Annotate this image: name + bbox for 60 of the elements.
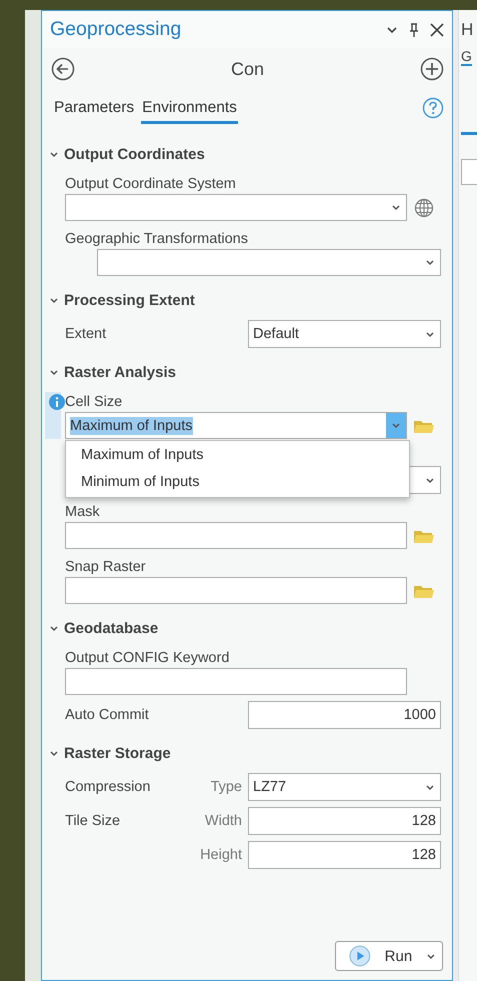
- info-icon[interactable]: [49, 394, 65, 410]
- field-label: Mask: [65, 503, 101, 522]
- panel-title: Geoprocessing: [50, 18, 182, 41]
- pane-title: H: [461, 20, 474, 40]
- field-label: Tile Size: [65, 813, 120, 829]
- field-label: Geographic Transformations: [65, 230, 249, 249]
- chevron-icon[interactable]: [49, 296, 59, 304]
- section-title[interactable]: Output Coordinates: [64, 146, 205, 162]
- field-label: Width: [204, 813, 242, 829]
- dropdown-option[interactable]: Minimum of Inputs: [66, 469, 409, 496]
- pin-icon[interactable]: [409, 22, 419, 36]
- field-label: Extent: [65, 326, 106, 342]
- play-icon: [349, 945, 371, 967]
- globe-icon[interactable]: [414, 198, 434, 218]
- combo-box[interactable]: LZ77: [248, 773, 441, 801]
- combo-box[interactable]: [65, 194, 407, 221]
- section-title[interactable]: Raster Storage: [64, 744, 171, 762]
- close-icon[interactable]: [430, 22, 444, 36]
- chevron-icon: [425, 476, 435, 484]
- text-field[interactable]: 1000: [248, 701, 441, 729]
- chevron-icon: [391, 421, 401, 430]
- field-label: Auto Commit: [65, 707, 149, 723]
- field-label: Output Coordinate System: [65, 175, 237, 194]
- combo-box[interactable]: [97, 249, 441, 276]
- field-label: Cell Size: [65, 393, 124, 412]
- text-field[interactable]: [65, 668, 407, 695]
- chevron-icon: [425, 330, 435, 338]
- chevron-icon: [426, 952, 436, 960]
- dropdown-option[interactable]: Maximum of Inputs: [66, 442, 409, 469]
- help-icon[interactable]: [422, 97, 444, 119]
- field-label: Output CONFIG Keyword: [65, 649, 230, 668]
- tab[interactable]: Environments: [141, 95, 238, 124]
- add-icon[interactable]: [420, 57, 444, 81]
- dropdown-icon[interactable]: [386, 24, 398, 34]
- input-field[interactable]: [461, 159, 477, 185]
- chevron-icon[interactable]: [49, 368, 59, 376]
- section-title[interactable]: Raster Analysis: [64, 364, 176, 380]
- section-title[interactable]: Geodatabase: [64, 620, 158, 636]
- tab[interactable]: Parameters: [53, 95, 136, 124]
- run-button[interactable]: Run: [335, 941, 443, 971]
- chevron-icon: [425, 258, 435, 267]
- field-label: Snap Raster: [65, 558, 147, 577]
- chevron-icon[interactable]: [49, 624, 59, 632]
- tab[interactable]: G: [461, 48, 472, 66]
- chevron-icon[interactable]: [49, 150, 59, 158]
- field-label: Compression: [65, 779, 150, 795]
- chevron-icon: [425, 782, 435, 792]
- field-label: Type: [210, 779, 242, 795]
- combo-box[interactable]: Default: [248, 320, 441, 348]
- text-field[interactable]: 128: [248, 841, 441, 869]
- text-field[interactable]: [65, 577, 407, 604]
- back-icon[interactable]: [51, 57, 75, 81]
- chevron-icon: [391, 203, 401, 212]
- chevron-icon[interactable]: [49, 748, 59, 758]
- field-label: Height: [200, 847, 242, 863]
- text-field[interactable]: 128: [248, 807, 441, 835]
- section-title[interactable]: Processing Extent: [64, 292, 195, 308]
- tool-name: Con: [230, 58, 264, 80]
- text-field[interactable]: [65, 522, 407, 549]
- combo-box[interactable]: Maximum of Inputs: [65, 412, 407, 439]
